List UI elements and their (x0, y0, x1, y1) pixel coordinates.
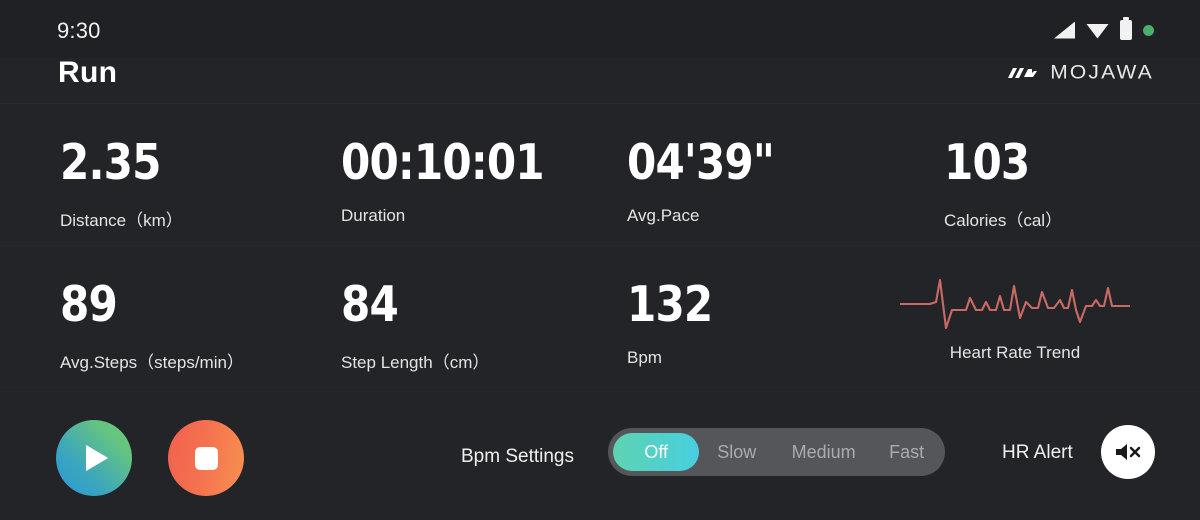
metric-value: 103 (944, 134, 1030, 191)
run-workout-screen: 9:30 Run MOJAWA 2.35 Distance（km） 00:10:… (0, 0, 1200, 520)
status-bar: 9:30 (0, 0, 1200, 58)
metrics-grid: 2.35 Distance（km） 00:10:01 Duration 04'3… (0, 104, 1200, 388)
green-status-dot-icon (1143, 24, 1154, 36)
metric-label: Avg.Steps（steps/min） (60, 353, 244, 372)
metric-value: 89 (60, 276, 118, 333)
heart-rate-trend: Heart Rate Trend (900, 270, 1130, 363)
metric-value: 132 (627, 276, 713, 333)
metric-label: Bpm (627, 348, 662, 367)
metric-value: 84 (341, 276, 399, 333)
heart-rate-trend-label: Heart Rate Trend (949, 343, 1081, 362)
speaker-mute-icon (1116, 444, 1141, 460)
bpm-option-slow[interactable]: Slow (699, 433, 774, 471)
metric-label: Distance（km） (60, 211, 183, 230)
metrics-row-secondary: 89 Avg.Steps（steps/min） 84 Step Length（c… (0, 246, 1200, 388)
bpm-settings-label: Bpm Settings (461, 446, 574, 467)
status-time: 9:30 (57, 18, 101, 43)
bpm-option-fast[interactable]: Fast (873, 433, 940, 471)
status-icon-group (1054, 17, 1154, 42)
metric-value: 2.35 (60, 134, 161, 191)
battery-icon (1120, 17, 1132, 40)
bpm-settings-segmented-control[interactable]: Off Slow Medium Fast (608, 428, 945, 476)
metric-avg-pace: 04'39" Avg.Pace (627, 138, 798, 226)
metrics-row-primary: 2.35 Distance（km） 00:10:01 Duration 04'3… (0, 104, 1200, 246)
hr-alert-mute-button[interactable] (1101, 425, 1155, 479)
stop-button[interactable] (168, 420, 244, 496)
metric-label: Step Length（cm） (341, 353, 490, 372)
stop-icon (194, 446, 218, 470)
metric-step-length: 84 Step Length（cm） (341, 280, 489, 373)
mojawa-logo-mark (1008, 68, 1038, 78)
app-header: Run MOJAWA (0, 56, 1200, 104)
brand-name: MOJAWA (1050, 61, 1154, 84)
metric-value: 04'39" (627, 134, 775, 191)
signal-bars-icon (1054, 21, 1075, 39)
metric-distance: 2.35 Distance（km） (60, 138, 183, 231)
metric-label: Avg.Pace (627, 206, 700, 225)
page-title: Run (58, 56, 118, 89)
metric-value: 00:10:01 (341, 134, 545, 191)
bpm-option-medium[interactable]: Medium (774, 433, 873, 471)
bpm-option-off[interactable]: Off (613, 433, 700, 471)
metric-bpm: 132 Bpm (627, 280, 726, 368)
hr-alert-label: HR Alert (1002, 442, 1073, 463)
ecg-waveform-icon (900, 278, 1130, 330)
metric-label: Duration (341, 206, 406, 225)
metric-calories: 103 Calories（cal） (944, 138, 1062, 231)
play-button[interactable] (56, 420, 132, 496)
metric-duration: 00:10:01 Duration (341, 138, 577, 226)
play-icon (85, 445, 108, 471)
metric-avg-steps: 89 Avg.Steps（steps/min） (60, 280, 244, 373)
metric-label: Calories（cal） (944, 211, 1063, 230)
wifi-icon (1086, 22, 1109, 39)
brand-logo: MOJAWA (1007, 61, 1154, 85)
